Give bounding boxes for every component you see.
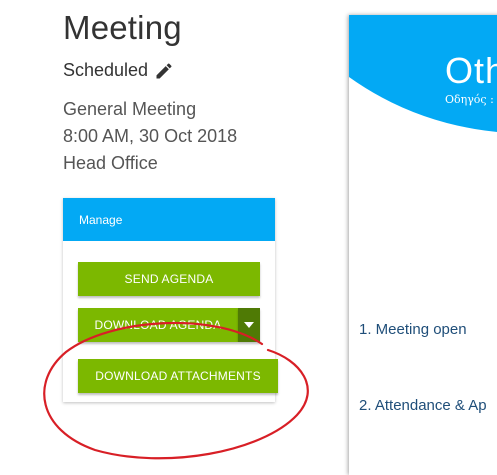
download-attachments-button[interactable]: DOWNLOAD ATTACHMENTS — [78, 359, 278, 393]
document-item: 2. Attendance & Ap — [359, 397, 487, 414]
manage-header: Manage — [63, 198, 275, 241]
manage-card: Manage SEND AGENDA DOWNLOAD AGENDA DOWNL… — [63, 198, 278, 402]
page-title: Meeting — [63, 9, 182, 46]
meeting-details: General Meeting 8:00 AM, 30 Oct 2018 Hea… — [63, 96, 237, 177]
document-banner-title: Oth — [445, 50, 497, 91]
download-agenda-button[interactable]: DOWNLOAD AGENDA — [78, 308, 238, 342]
document-preview: Oth Οδηγός : 1. Meeting open 2. Attendan… — [349, 15, 497, 475]
document-item: 1. Meeting open — [359, 321, 467, 338]
status-label: Scheduled — [63, 60, 149, 80]
send-agenda-button[interactable]: SEND AGENDA — [78, 262, 260, 296]
caret-down-icon — [244, 322, 254, 328]
pencil-icon[interactable] — [154, 61, 174, 81]
download-agenda-dropdown-button[interactable] — [238, 308, 260, 342]
document-banner-subtitle: Οδηγός : — [445, 93, 494, 106]
meeting-type: General Meeting — [63, 99, 197, 119]
status-row: Scheduled — [63, 60, 174, 81]
meeting-location: Head Office — [63, 153, 158, 173]
meeting-datetime: 8:00 AM, 30 Oct 2018 — [63, 126, 238, 146]
